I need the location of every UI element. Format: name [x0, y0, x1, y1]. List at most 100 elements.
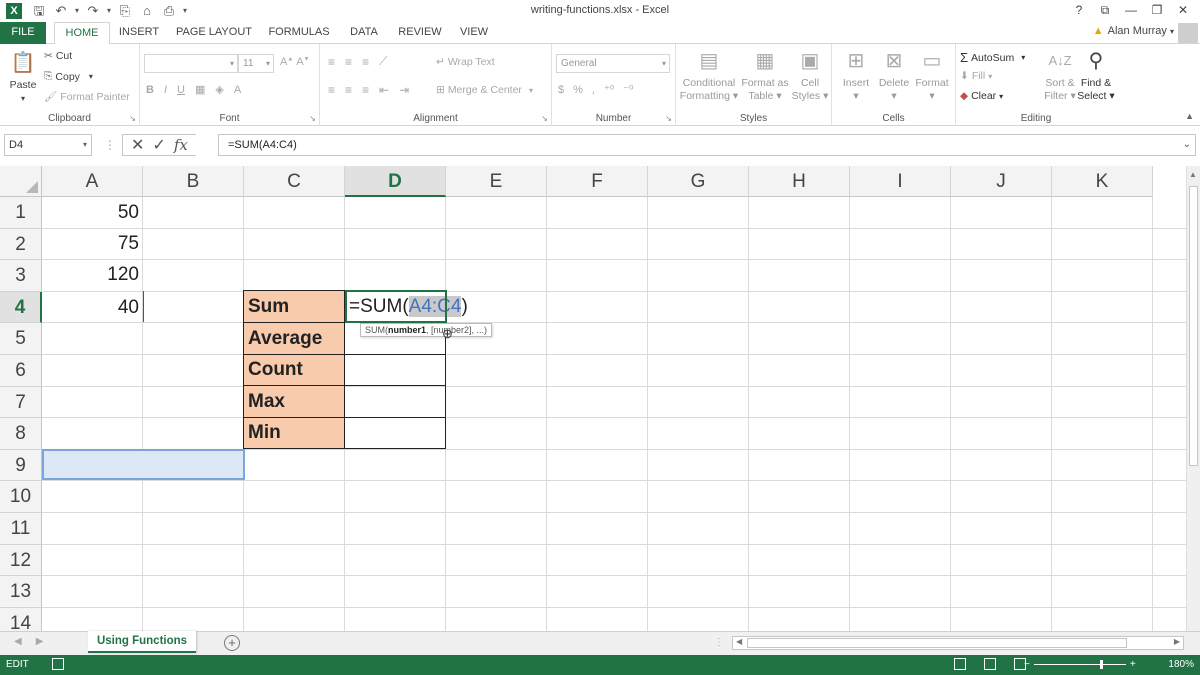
comma-button[interactable]: ,	[592, 84, 595, 96]
cell-a3[interactable]: 120	[42, 259, 143, 290]
avatar[interactable]	[1178, 23, 1198, 43]
row-header-7[interactable]: 7	[0, 386, 42, 419]
function-tooltip[interactable]: SUM(number1, [number2], ...)	[360, 323, 493, 337]
scroll-right-icon[interactable]: ▶	[1174, 637, 1180, 646]
format-cells-button[interactable]: ▭ Format ▾	[912, 48, 952, 103]
split-handle-icon[interactable]: ⋮	[714, 637, 724, 648]
insert-function-icon[interactable]: fx	[174, 136, 188, 154]
number-launcher-icon[interactable]: ↘	[665, 114, 672, 123]
column-header-e[interactable]: E	[446, 166, 547, 197]
italic-button[interactable]: I	[164, 84, 167, 96]
cell-styles-button[interactable]: ▣ Cell Styles ▾	[790, 48, 830, 103]
maximize-icon[interactable]: ❐	[1144, 1, 1170, 19]
tab-review[interactable]: REVIEW	[394, 22, 446, 44]
shrink-font-icon[interactable]: A▼	[296, 56, 309, 68]
column-header-c[interactable]: C	[244, 166, 345, 197]
macro-record-icon[interactable]	[52, 658, 64, 670]
zoom-track[interactable]	[1033, 660, 1126, 669]
borders-icon[interactable]: ▦	[195, 83, 205, 96]
row-header-12[interactable]: 12	[0, 544, 42, 577]
find-select-button[interactable]: ⚲ Find & Select ▾	[1076, 48, 1116, 103]
scrollbar-thumb[interactable]	[747, 638, 1127, 648]
alignment-launcher-icon[interactable]: ↘	[541, 114, 548, 123]
zoom-out-icon[interactable]: −	[1024, 659, 1030, 670]
cut-button[interactable]: ✂ Cut	[44, 50, 72, 62]
help-icon[interactable]: ?	[1066, 1, 1092, 19]
worksheet-grid[interactable]: ABCDEFGHIJK 1 2 3 4 5 6 7 8 9 10 11 12 13 14 50 75 12…	[0, 166, 1200, 631]
underline-button[interactable]: U	[177, 84, 185, 96]
page-layout-view-icon[interactable]	[984, 658, 996, 670]
resize-handle-icon[interactable]: ⋮	[104, 138, 116, 152]
row-header-9[interactable]: 9	[0, 449, 42, 482]
sheet-tab-using-functions[interactable]: Using Functions	[88, 631, 196, 653]
increase-decimal-icon[interactable]: ⁺⁰	[604, 83, 614, 96]
autosum-button[interactable]: Σ AutoSum ▾	[960, 50, 1025, 65]
row-header-3[interactable]: 3	[0, 260, 42, 292]
column-header-g[interactable]: G	[648, 166, 749, 197]
vertical-scrollbar[interactable]: ▲	[1186, 166, 1200, 631]
grow-font-icon[interactable]: A▲	[280, 56, 293, 68]
row-header-11[interactable]: 11	[0, 513, 42, 545]
scroll-left-icon[interactable]: ◀	[736, 637, 742, 646]
column-header-j[interactable]: J	[951, 166, 1052, 197]
fill-color-icon[interactable]: ◈	[215, 83, 223, 96]
cancel-icon[interactable]: ✕	[131, 135, 144, 155]
format-as-table-button[interactable]: ▦ Format as Table ▾	[740, 48, 790, 103]
tab-page-layout[interactable]: PAGE LAYOUT	[172, 22, 256, 44]
active-cell-editor[interactable]: =SUM(A4:C4)	[346, 292, 472, 322]
fill-button[interactable]: ⬇ Fill ▾	[960, 70, 992, 82]
column-header-k[interactable]: K	[1052, 166, 1153, 197]
decrease-decimal-icon[interactable]: ⁻⁰	[623, 83, 633, 96]
normal-view-icon[interactable]	[954, 658, 966, 670]
column-header-d[interactable]: D	[345, 166, 446, 197]
percent-button[interactable]: %	[573, 84, 583, 96]
currency-button[interactable]: $	[558, 84, 564, 96]
align-middle-icon[interactable]: ≡	[345, 55, 352, 69]
tab-insert[interactable]: INSERT	[114, 22, 164, 44]
zoom-level[interactable]: 180%	[1168, 659, 1194, 670]
formula-input[interactable]: =SUM(A4:C4) ⌄	[218, 134, 1196, 156]
scroll-up-icon[interactable]: ▲	[1189, 170, 1197, 179]
merge-center-button[interactable]: ⊞ Merge & Center ▾	[436, 84, 533, 96]
align-bottom-icon[interactable]: ≡	[362, 55, 369, 69]
cell-a2[interactable]: 75	[42, 228, 143, 259]
row-header-8[interactable]: 8	[0, 418, 42, 450]
align-right-icon[interactable]: ≡	[362, 83, 369, 97]
clipboard-launcher-icon[interactable]: ↘	[129, 114, 136, 123]
horizontal-scrollbar[interactable]: ◀ ▶	[732, 636, 1184, 650]
column-header-a[interactable]: A	[42, 166, 143, 197]
select-all-button[interactable]	[0, 166, 42, 197]
row-header-5[interactable]: 5	[0, 323, 42, 355]
scrollbar-thumb[interactable]	[1189, 186, 1198, 466]
align-left-icon[interactable]: ≡	[328, 83, 335, 97]
conditional-formatting-button[interactable]: ▤ Conditional Formatting ▾	[678, 48, 740, 103]
row-header-10[interactable]: 10	[0, 481, 42, 513]
tab-file[interactable]: FILE	[0, 22, 46, 44]
sheet-nav-icon[interactable]: ◀▶	[14, 636, 57, 647]
minimize-icon[interactable]: —	[1118, 1, 1144, 19]
cell-a4[interactable]: 40	[42, 292, 143, 323]
row-header-1[interactable]: 1	[0, 197, 42, 229]
tab-formulas[interactable]: FORMULAS	[264, 22, 334, 44]
column-header-f[interactable]: F	[547, 166, 648, 197]
zoom-in-icon[interactable]: +	[1130, 659, 1136, 670]
sort-filter-button[interactable]: A↓Z Sort & Filter ▾	[1042, 48, 1078, 103]
format-painter-button[interactable]: 🖌 Format Painter	[44, 90, 130, 104]
bold-button[interactable]: B	[146, 84, 154, 96]
row-header-6[interactable]: 6	[0, 355, 42, 387]
add-sheet-button[interactable]: +	[224, 635, 240, 651]
column-header-b[interactable]: B	[143, 166, 244, 197]
number-format-select[interactable]: General ▾	[556, 54, 670, 73]
orientation-icon[interactable]: ⟋	[379, 54, 387, 69]
increase-indent-icon[interactable]: ⇥	[399, 83, 409, 97]
name-box[interactable]: D4 ▾	[4, 134, 92, 156]
font-name-select[interactable]: ▾	[144, 54, 238, 73]
column-header-i[interactable]: I	[850, 166, 951, 197]
enter-icon[interactable]: ✓	[152, 135, 165, 155]
tab-view[interactable]: VIEW	[454, 22, 494, 44]
row-header-4[interactable]: 4	[0, 291, 42, 324]
font-launcher-icon[interactable]: ↘	[309, 114, 316, 123]
row-header-14[interactable]: 14	[0, 607, 42, 631]
row-header-2[interactable]: 2	[0, 228, 42, 261]
decrease-indent-icon[interactable]: ⇤	[379, 83, 389, 97]
